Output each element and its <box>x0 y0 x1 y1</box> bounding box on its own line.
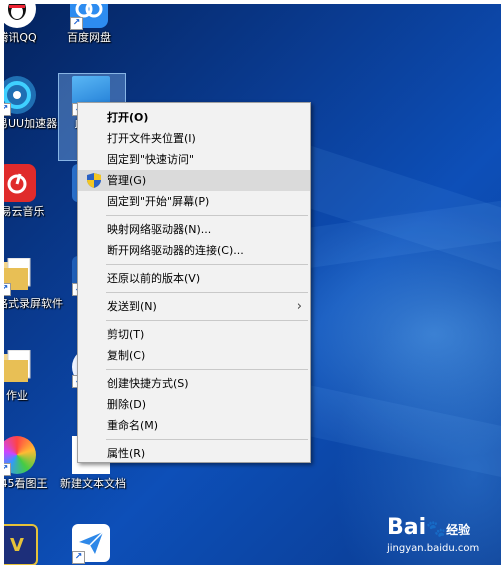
uu-booster-icon: ↗ <box>4 76 36 116</box>
menu-item-label: 重命名(M) <box>107 419 159 432</box>
desktop: 腾讯QQ ↗ 网易UU加速器 网易云音乐 ↗ 嗨格式录屏软件 作业 ↗ 2345… <box>4 4 501 565</box>
desktop-icon-feishu[interactable]: ↗ <box>60 524 122 564</box>
menu-item-label: 打开文件夹位置(I) <box>107 132 196 145</box>
menu-item-copy[interactable]: 复制(C) <box>78 345 310 366</box>
paper-plane-icon: ↗ <box>72 524 110 564</box>
icon-label: 新建文本文档 <box>60 477 126 490</box>
menu-separator <box>106 215 308 216</box>
menu-item-open[interactable]: 打开(O) <box>78 107 310 128</box>
menu-item-label: 还原以前的版本(V) <box>107 272 201 285</box>
folder-icon <box>4 348 36 386</box>
menu-item-manage[interactable]: 管理(G) <box>78 170 310 191</box>
menu-item-label: 复制(C) <box>107 349 146 362</box>
menu-item-label: 发送到(N) <box>107 300 157 313</box>
baidu-netdisk-icon: ↗ <box>70 4 108 30</box>
menu-separator <box>106 320 308 321</box>
shortcut-arrow-icon: ↗ <box>70 17 83 30</box>
menu-item-label: 创建快捷方式(S) <box>107 377 189 390</box>
watermark-brand: Bai🐾经验 <box>387 515 471 540</box>
menu-item-pin-quick-access[interactable]: 固定到"快速访问" <box>78 149 310 170</box>
uac-shield-icon <box>87 173 101 188</box>
menu-item-delete[interactable]: 删除(D) <box>78 394 310 415</box>
menu-item-label: 断开网络驱动器的连接(C)... <box>107 244 244 257</box>
menu-item-label: 属性(R) <box>107 447 146 460</box>
shortcut-arrow-icon: ↗ <box>72 551 85 564</box>
desktop-icon-vpn[interactable]: V <box>4 524 48 565</box>
desktop-icon-homework[interactable]: 作业 <box>4 348 48 402</box>
folder-icon: ↗ <box>4 256 36 296</box>
menu-item-send-to[interactable]: 发送到(N) › <box>78 296 310 317</box>
menu-item-label: 打开(O) <box>107 111 149 124</box>
menu-item-pin-start[interactable]: 固定到"开始"屏幕(P) <box>78 191 310 212</box>
wallpaper-light-beam <box>293 384 501 487</box>
qq-penguin-icon <box>4 4 36 28</box>
netease-music-icon <box>4 164 36 202</box>
desktop-icon-baidu-netdisk[interactable]: ↗ 百度网盘 <box>58 4 120 44</box>
vpn-shield-icon: V <box>4 524 38 565</box>
context-menu: 打开(O) 打开文件夹位置(I) 固定到"快速访问" 管理(G) 固定到"开始"… <box>77 102 311 463</box>
menu-item-rename[interactable]: 重命名(M) <box>78 415 310 436</box>
shortcut-arrow-icon: ↗ <box>4 463 11 476</box>
menu-separator <box>106 264 308 265</box>
icon-label: 腾讯QQ <box>4 31 37 44</box>
menu-item-label: 映射网络驱动器(N)... <box>107 223 212 236</box>
desktop-icon-netease-music[interactable]: 网易云音乐 <box>4 164 48 218</box>
menu-item-disconnect-network-drive[interactable]: 断开网络驱动器的连接(C)... <box>78 240 310 261</box>
menu-item-open-folder-location[interactable]: 打开文件夹位置(I) <box>78 128 310 149</box>
menu-item-label: 固定到"开始"屏幕(P) <box>107 195 210 208</box>
icon-label: 2345看图王 <box>4 477 48 490</box>
paw-icon: 🐾 <box>426 519 447 538</box>
shortcut-arrow-icon: ↗ <box>4 283 11 296</box>
icon-label: 网易云音乐 <box>4 205 45 218</box>
menu-item-label: 剪切(T) <box>107 328 145 341</box>
desktop-icon-recorder[interactable]: ↗ 嗨格式录屏软件 <box>4 256 63 310</box>
desktop-icon-image-viewer[interactable]: ↗ 2345看图王 <box>4 436 48 490</box>
watermark-url: jingyan.baidu.com <box>387 543 480 554</box>
menu-item-label: 固定到"快速访问" <box>107 153 195 166</box>
desktop-icon-uu-booster[interactable]: ↗ 网易UU加速器 <box>4 76 58 130</box>
baidu-jingyan-watermark: Bai🐾经验 jingyan.baidu.com <box>387 516 501 560</box>
menu-item-create-shortcut[interactable]: 创建快捷方式(S) <box>78 373 310 394</box>
desktop-icon-tencent-qq[interactable]: 腾讯QQ <box>4 4 48 44</box>
icon-label: 网易UU加速器 <box>4 117 58 130</box>
menu-item-cut[interactable]: 剪切(T) <box>78 324 310 345</box>
chevron-right-icon: › <box>296 299 302 314</box>
menu-separator <box>106 292 308 293</box>
icon-label: 百度网盘 <box>67 31 111 44</box>
image-viewer-icon: ↗ <box>4 436 36 476</box>
menu-item-map-network-drive[interactable]: 映射网络驱动器(N)... <box>78 219 310 240</box>
menu-separator <box>106 369 308 370</box>
menu-item-restore-previous-versions[interactable]: 还原以前的版本(V) <box>78 268 310 289</box>
menu-item-label: 管理(G) <box>107 174 147 187</box>
icon-label: 嗨格式录屏软件 <box>4 297 63 310</box>
icon-label: 作业 <box>6 389 28 402</box>
shortcut-arrow-icon: ↗ <box>4 103 11 116</box>
menu-separator <box>106 439 308 440</box>
menu-item-properties[interactable]: 属性(R) <box>78 443 310 464</box>
menu-item-label: 删除(D) <box>107 398 147 411</box>
